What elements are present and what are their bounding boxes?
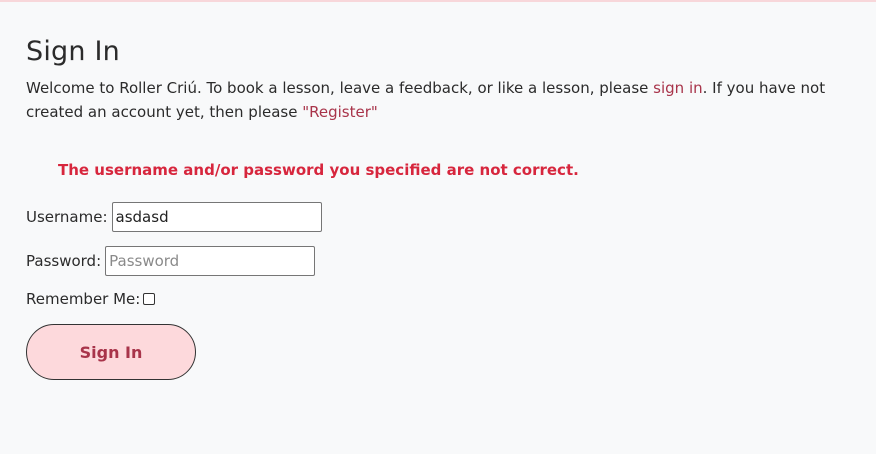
- remember-row: Remember Me:: [26, 290, 866, 308]
- username-input[interactable]: [111, 202, 322, 232]
- username-label: Username:: [26, 208, 108, 226]
- sign-in-button[interactable]: Sign In: [26, 324, 196, 380]
- password-label: Password:: [26, 252, 102, 270]
- remember-me-label: Remember Me:: [26, 290, 141, 308]
- intro-text-start: Welcome to Roller Criú. To book a lesson…: [26, 79, 654, 97]
- password-row: Password:: [26, 246, 866, 276]
- username-row: Username:: [26, 202, 866, 232]
- page-title: Sign In: [26, 36, 120, 67]
- top-border: [0, 0, 876, 2]
- intro-text: Welcome to Roller Criú. To book a lesson…: [26, 76, 861, 124]
- sign-in-link[interactable]: sign in: [653, 79, 702, 97]
- register-link[interactable]: "Register": [302, 103, 378, 121]
- signin-panel: Sign In Welcome to Roller Criú. To book …: [26, 34, 866, 380]
- error-message: The username and/or password you specifi…: [58, 161, 579, 179]
- password-input[interactable]: [105, 246, 316, 276]
- remember-me-checkbox[interactable]: [143, 293, 156, 305]
